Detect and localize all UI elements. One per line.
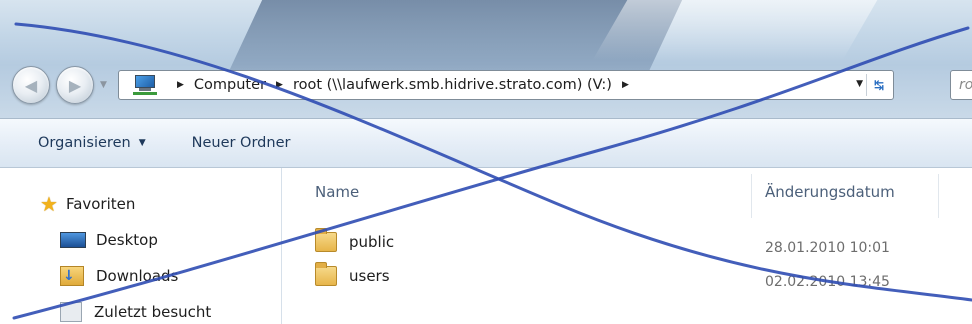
column-header-date[interactable]: Änderungsdatum	[765, 168, 965, 216]
search-input[interactable]: ro	[950, 70, 972, 100]
file-list: Name Änderungsdatum public 28.01.2010 10…	[283, 168, 972, 324]
file-date: 02.02.2010 13:45	[765, 274, 890, 290]
nav-item-recent-places[interactable]: Zuletzt besucht	[60, 302, 211, 322]
breadcrumb-separator[interactable]: ▶	[622, 80, 629, 90]
address-dropdown-button[interactable]: ▼	[856, 79, 863, 89]
breadcrumb-computer[interactable]: Computer	[194, 77, 266, 93]
divider	[866, 74, 867, 96]
back-button[interactable]: ◀	[12, 66, 50, 104]
organize-button[interactable]: Organisieren ▼	[38, 135, 146, 151]
column-header-name[interactable]: Name	[315, 168, 751, 216]
recent-pages-dropdown[interactable]: ▼	[100, 80, 107, 90]
forward-button[interactable]: ▶	[56, 66, 94, 104]
file-date: 28.01.2010 10:01	[765, 240, 890, 256]
nav-item-label: Downloads	[96, 267, 179, 285]
file-name: public	[349, 233, 395, 251]
window-titlebar	[0, 0, 972, 118]
refresh-icon: ↹	[873, 78, 885, 92]
nav-item-favorites[interactable]: ★ Favoriten	[40, 192, 135, 216]
nav-item-label: Favoriten	[65, 195, 136, 213]
arrow-right-icon: ▶	[68, 75, 82, 95]
nav-item-label: Desktop	[96, 231, 158, 249]
file-row[interactable]: public 28.01.2010 10:01	[283, 226, 972, 260]
new-folder-button[interactable]: Neuer Ordner	[192, 135, 291, 151]
nav-item-desktop[interactable]: Desktop	[60, 231, 158, 249]
arrow-left-icon: ◀	[24, 75, 38, 95]
organize-label: Organisieren	[38, 135, 131, 151]
refresh-button[interactable]: ↹	[869, 76, 889, 94]
breadcrumb-separator[interactable]: ▶	[177, 80, 184, 90]
column-divider[interactable]	[751, 174, 752, 218]
chevron-down-icon: ▼	[138, 138, 146, 148]
file-name: users	[349, 267, 390, 285]
file-name-cell: public	[315, 228, 395, 252]
address-bar[interactable]: ▶ Computer ▶ root (\\laufwerk.smb.hidriv…	[118, 70, 894, 100]
recent-places-icon	[60, 302, 82, 322]
column-divider[interactable]	[938, 174, 939, 218]
file-name-cell: users	[315, 262, 390, 286]
downloads-icon	[60, 266, 84, 286]
breadcrumb-drive[interactable]: root (\\laufwerk.smb.hidrive.strato.com)…	[293, 77, 612, 93]
computer-icon	[133, 75, 159, 95]
star-icon: ★	[40, 192, 58, 216]
folder-icon	[315, 262, 337, 286]
nav-item-label: Zuletzt besucht	[94, 303, 212, 321]
nav-item-downloads[interactable]: Downloads	[60, 266, 178, 286]
breadcrumb-separator[interactable]: ▶	[276, 80, 283, 90]
desktop-icon	[60, 232, 86, 248]
file-row[interactable]: users 02.02.2010 13:45	[283, 260, 972, 294]
navigation-pane: ★ Favoriten Desktop Downloads Zuletzt be…	[0, 168, 282, 324]
folder-icon	[315, 228, 337, 252]
command-bar: Organisieren ▼ Neuer Ordner	[0, 118, 972, 168]
